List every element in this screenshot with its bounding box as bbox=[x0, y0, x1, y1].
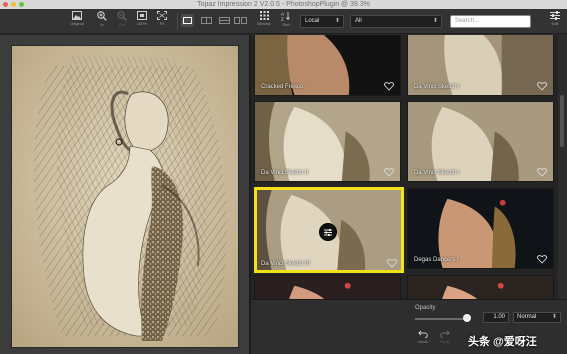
preset-tile[interactable] bbox=[254, 275, 401, 299]
heart-icon[interactable] bbox=[384, 81, 394, 91]
zoom-in-button[interactable]: In bbox=[92, 11, 112, 32]
side-by-side-icon bbox=[233, 17, 247, 24]
split-horizontal-icon bbox=[218, 17, 230, 24]
preview-panel bbox=[0, 35, 249, 354]
heart-icon[interactable] bbox=[384, 167, 394, 177]
heart-icon[interactable] bbox=[537, 167, 547, 177]
preset-scrollbar[interactable] bbox=[558, 35, 567, 299]
image-preview[interactable] bbox=[11, 45, 239, 348]
grid-icon bbox=[259, 11, 269, 20]
fit-screen-icon bbox=[157, 11, 167, 20]
sliders-icon bbox=[550, 11, 560, 20]
preset-grid: Cracked Fresco Da Vinci Sketch I Da Vinc… bbox=[251, 35, 567, 299]
svg-text:Z: Z bbox=[281, 17, 284, 22]
split-vertical-icon bbox=[200, 17, 212, 24]
preset-tile-da-vinci-sketch-i-2[interactable]: Da Vinci Sketch I bbox=[407, 101, 554, 182]
sort-button[interactable]: A Z Sort bbox=[276, 11, 296, 32]
close-window-button[interactable] bbox=[3, 2, 8, 7]
preset-tile-da-vinci-sketch-i[interactable]: Da Vinci Sketch I bbox=[407, 35, 554, 96]
window-controls[interactable] bbox=[3, 2, 24, 7]
chevron-down-icon: ⬍ bbox=[551, 314, 557, 320]
preset-thumbnail bbox=[408, 276, 553, 299]
preset-tile-cracked-fresco[interactable]: Cracked Fresco bbox=[254, 35, 401, 96]
heart-icon[interactable] bbox=[537, 81, 547, 91]
edit-button[interactable]: Edit bbox=[545, 11, 565, 32]
zoom-in-icon bbox=[97, 11, 107, 21]
category-select[interactable]: All ⬍ bbox=[350, 15, 442, 28]
toolbar-divider bbox=[177, 13, 178, 30]
preset-tile[interactable] bbox=[407, 275, 554, 299]
fit-button[interactable]: Fit bbox=[152, 11, 172, 32]
preset-tile-da-vinci-sketch-ii[interactable]: Da Vinci Sketch II bbox=[254, 101, 401, 182]
heart-icon[interactable] bbox=[387, 258, 397, 268]
zoom-out-icon bbox=[117, 11, 127, 21]
undo-icon bbox=[418, 330, 428, 338]
preset-thumbnail bbox=[255, 276, 400, 299]
redo-button[interactable]: Redo bbox=[436, 330, 454, 344]
zoom-window-button[interactable] bbox=[19, 2, 24, 7]
preset-tile-da-vinci-sketch-iii[interactable]: Da Vinci Sketch III bbox=[254, 187, 404, 273]
original-button[interactable]: Original bbox=[67, 11, 87, 32]
redo-icon bbox=[440, 330, 450, 338]
window-title: Topaz Impression 2 V2.0.5 - PhotoshopPlu… bbox=[197, 1, 370, 8]
browse-button[interactable]: Browse bbox=[254, 11, 274, 32]
minimize-window-button[interactable] bbox=[11, 2, 16, 7]
preset-browser: Cracked Fresco Da Vinci Sketch I Da Vinc… bbox=[251, 35, 567, 354]
source-select[interactable]: Local ⬍ bbox=[300, 15, 344, 28]
window-titlebar: Topaz Impression 2 V2.0.5 - PhotoshopPlu… bbox=[0, 0, 567, 9]
sliders-icon bbox=[324, 229, 332, 236]
scrollbar-thumb[interactable] bbox=[560, 95, 564, 147]
opacity-value-field[interactable]: 1.00 bbox=[483, 312, 509, 323]
actual-size-icon bbox=[137, 11, 147, 20]
zoom-100-button[interactable]: 100% bbox=[132, 11, 152, 32]
undo-button[interactable]: Undo bbox=[414, 330, 432, 344]
chevron-down-icon: ⬍ bbox=[334, 18, 340, 24]
single-view-icon bbox=[183, 17, 192, 24]
sketch-artwork bbox=[12, 46, 238, 347]
watermark-text: 头条 @爱呀汪 bbox=[468, 336, 537, 348]
search-input[interactable]: Search... bbox=[450, 15, 531, 28]
sort-az-icon: A Z bbox=[281, 12, 290, 22]
heart-icon[interactable] bbox=[537, 254, 547, 264]
blend-mode-select[interactable]: Normal ⬍ bbox=[513, 312, 561, 323]
preset-tile-degas-dancers-i[interactable]: Degas Dancers I bbox=[407, 188, 554, 269]
preset-settings-button[interactable] bbox=[319, 223, 337, 241]
image-icon bbox=[72, 11, 82, 20]
chevron-down-icon: ⬍ bbox=[432, 18, 438, 24]
single-view-button[interactable] bbox=[181, 14, 194, 27]
main-toolbar: Original In Out 100% Fit Browse A Z Sort… bbox=[0, 9, 567, 34]
adjustment-bar: Opacity 1.00 Normal ⬍ Undo Redo 头条 @爱呀汪 bbox=[251, 299, 567, 354]
zoom-out-button[interactable]: Out bbox=[112, 11, 132, 32]
opacity-label: Opacity bbox=[415, 305, 436, 311]
opacity-slider[interactable] bbox=[415, 318, 467, 320]
opacity-slider-handle[interactable] bbox=[463, 314, 471, 322]
